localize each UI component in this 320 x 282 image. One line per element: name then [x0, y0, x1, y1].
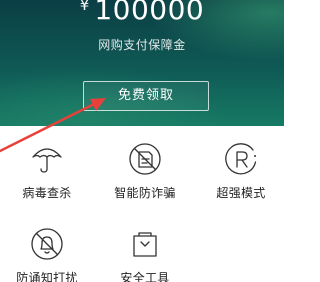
feature-label: 防诵知打扰 — [16, 271, 78, 282]
feature-label: 智能防诈骗 — [114, 186, 176, 200]
claim-free-button[interactable]: 免费领取 — [83, 81, 209, 111]
umbrella-icon — [32, 148, 62, 173]
guarantee-amount: ¥100000 — [0, 0, 284, 29]
feature-label: 病毒查杀 — [22, 186, 72, 200]
amount-value: 100000 — [94, 0, 205, 26]
feature-security-tools[interactable]: 安全工具 — [100, 227, 190, 282]
scam-block-icon — [129, 143, 161, 175]
currency-symbol: ¥ — [79, 0, 90, 14]
feature-anti-scam[interactable]: 智能防诈骗 — [100, 142, 190, 201]
feature-label: 超强模式 — [216, 186, 266, 200]
feature-super-mode[interactable]: 超强模式 — [196, 142, 286, 201]
feature-label: 安全工具 — [120, 271, 170, 282]
feature-notification-block[interactable]: 防诵知打扰 — [2, 227, 92, 282]
promo-banner: ¥100000 网购支付保障金 免费领取 — [0, 0, 284, 126]
r-mode-icon — [225, 143, 257, 175]
notification-block-icon — [31, 228, 63, 260]
toolbox-icon — [133, 232, 157, 257]
feature-virus-scan[interactable]: 病毒查杀 — [2, 142, 92, 201]
promo-subtitle: 网购支付保障金 — [98, 38, 186, 52]
